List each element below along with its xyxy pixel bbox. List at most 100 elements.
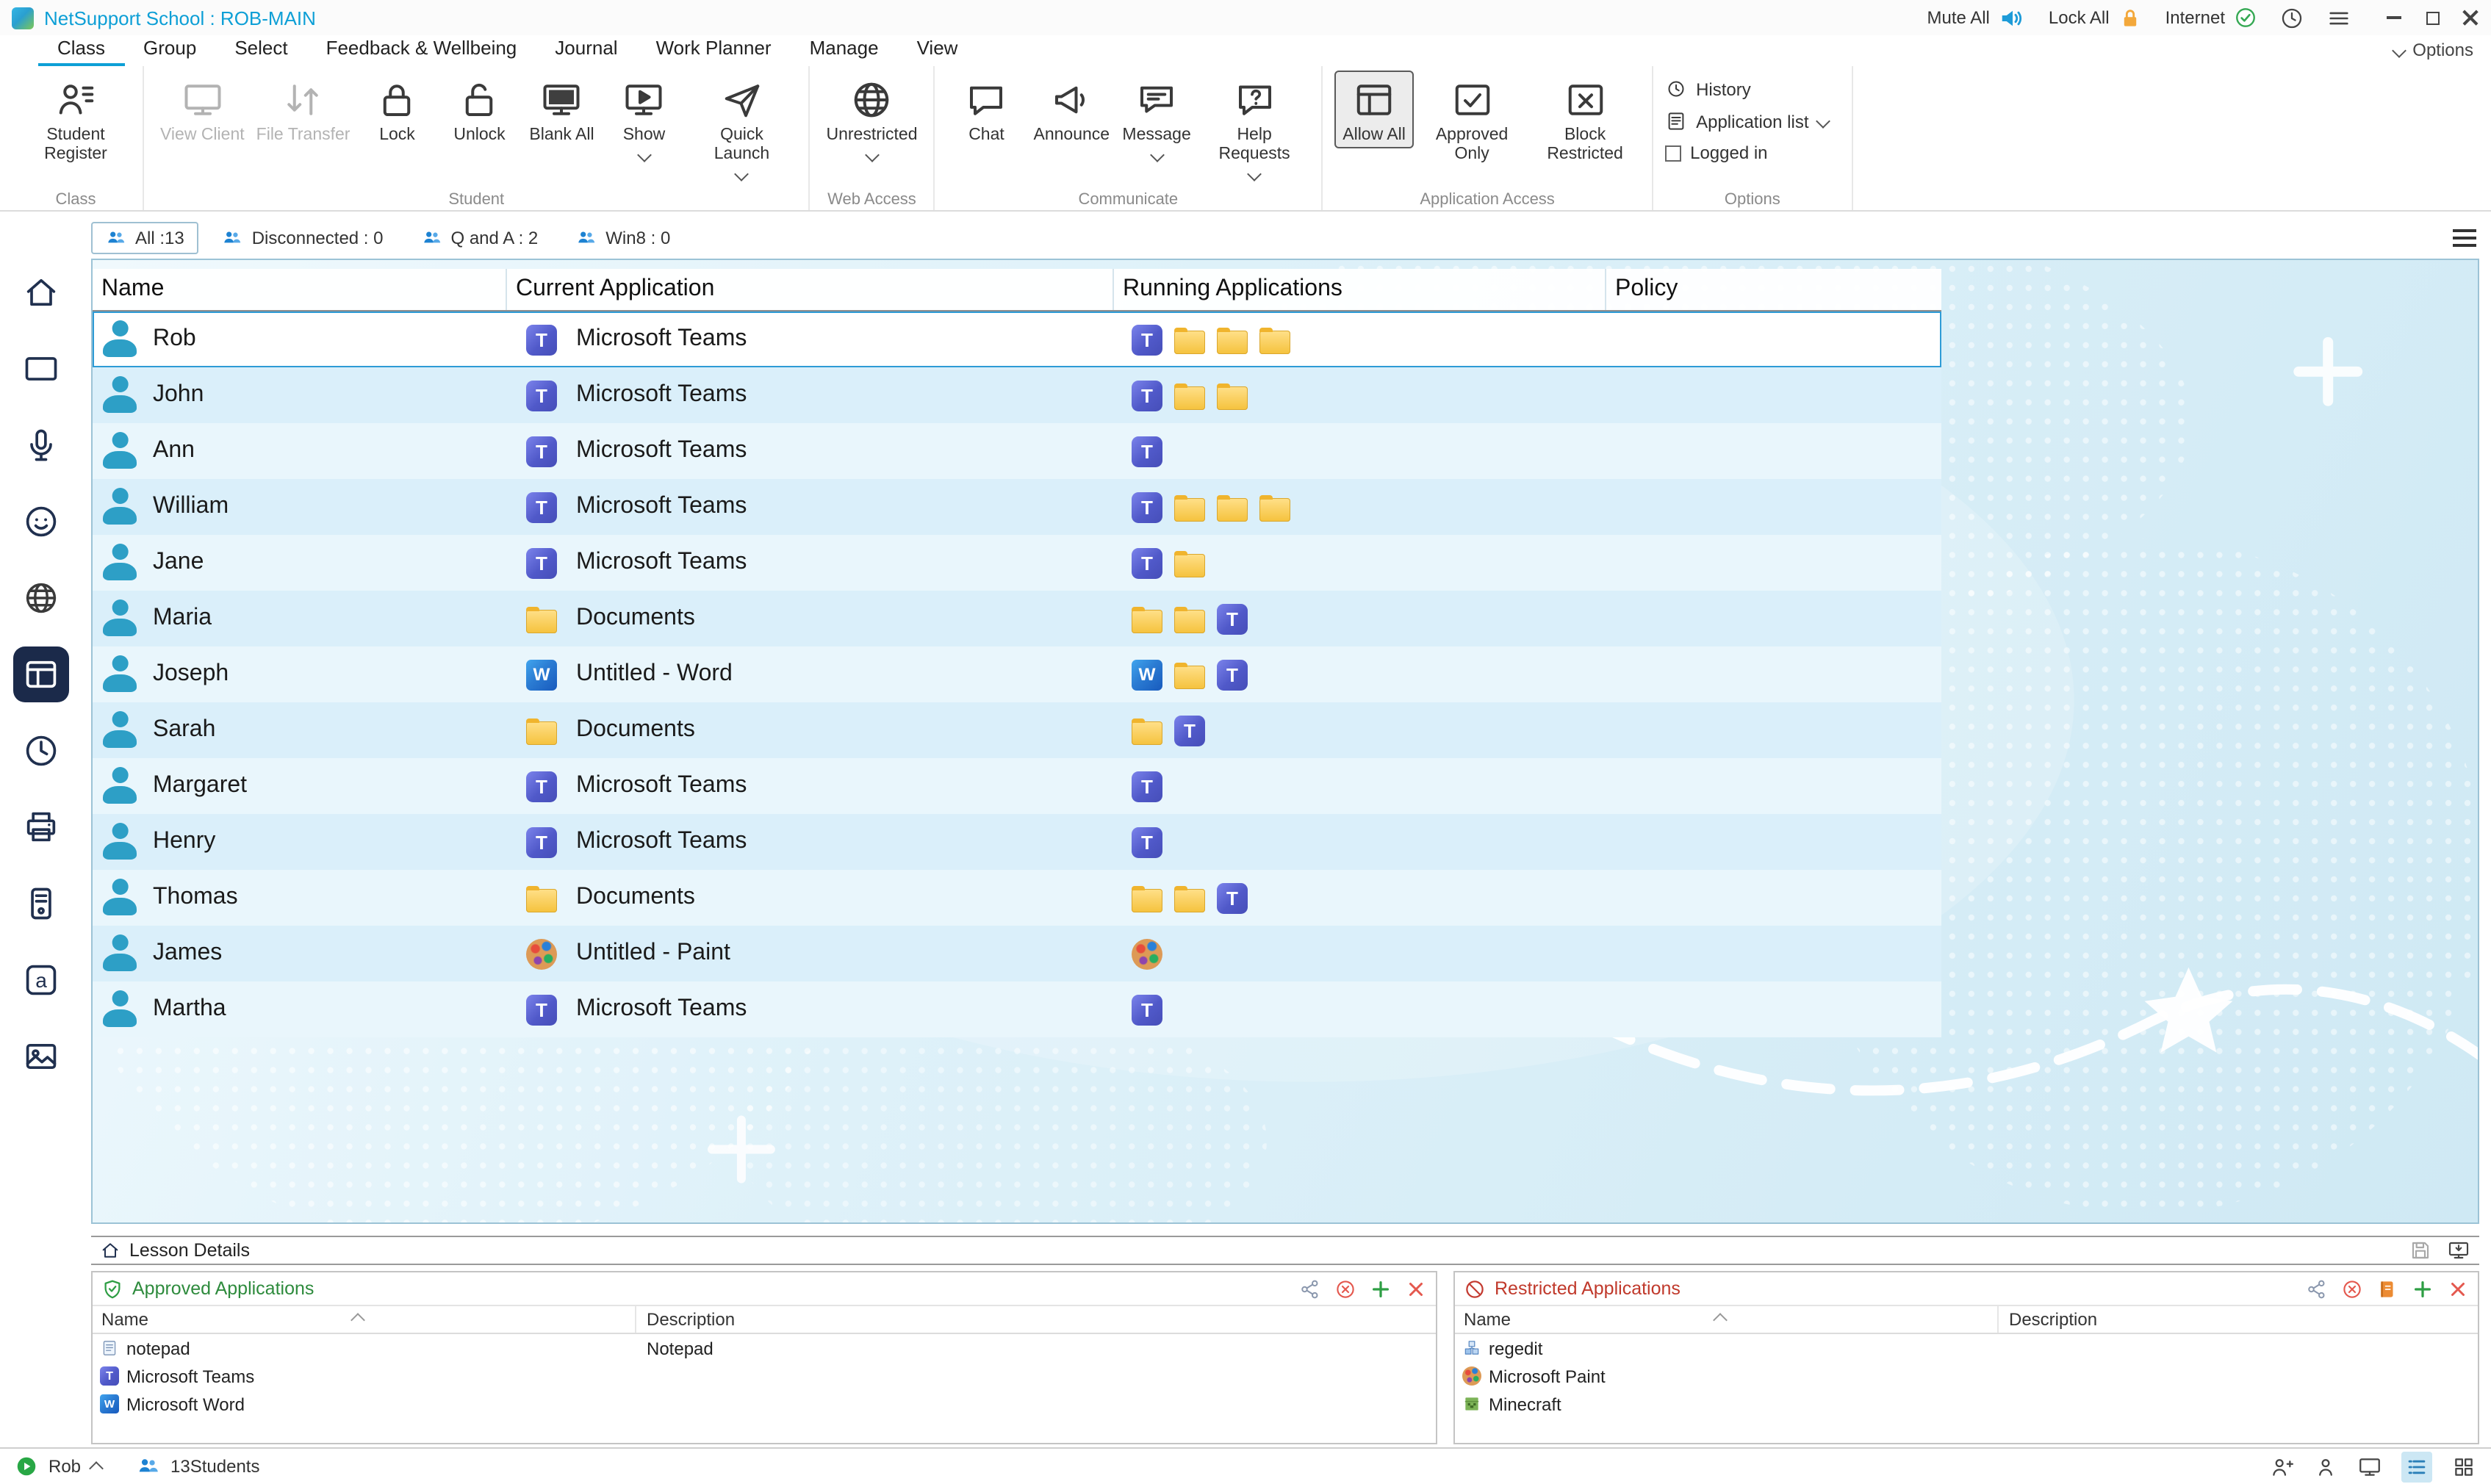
menu-tab-view[interactable]: View bbox=[898, 34, 977, 66]
student-row-james[interactable]: JamesUntitled - Paint bbox=[93, 926, 1941, 981]
student-row-martha[interactable]: MarthaMicrosoft Teams bbox=[93, 981, 1941, 1037]
list-menu-icon[interactable] bbox=[2453, 229, 2476, 247]
add-student-icon[interactable] bbox=[2269, 1454, 2294, 1479]
sidebar-item-globe[interactable] bbox=[9, 560, 73, 636]
minimize-button[interactable] bbox=[2385, 9, 2403, 26]
ribbon-button-block-restricted[interactable]: Block Restricted bbox=[1530, 71, 1640, 168]
view-tab-disconnected-0[interactable]: Disconnected : 0 bbox=[208, 222, 398, 254]
ribbon-button-announce[interactable]: Announce bbox=[1029, 71, 1115, 148]
student-row-ann[interactable]: AnnMicrosoft Teams bbox=[93, 423, 1941, 479]
ribbon-item-history[interactable]: History bbox=[1665, 78, 1751, 100]
menu-tab-group[interactable]: Group bbox=[124, 34, 215, 66]
ribbon-button-unlock[interactable]: Unlock bbox=[440, 71, 520, 148]
options-toggle[interactable]: Options bbox=[2393, 40, 2473, 66]
menu-tab-work-planner[interactable]: Work Planner bbox=[637, 34, 791, 66]
logged-in-checkbox[interactable] bbox=[1665, 145, 1681, 161]
sidebar-item-mic[interactable] bbox=[9, 407, 73, 483]
ribbon-item-application-list[interactable]: Application list bbox=[1665, 110, 1827, 132]
ribbon-button-chat[interactable]: Chat bbox=[947, 71, 1027, 148]
student-icon[interactable] bbox=[2313, 1454, 2338, 1479]
ribbon-button-help-requests[interactable]: Help Requests bbox=[1199, 71, 1309, 182]
sidebar-item-image[interactable] bbox=[9, 1018, 73, 1095]
internet-status[interactable]: Internet bbox=[2165, 6, 2257, 29]
ribbon-button-lock[interactable]: Lock bbox=[358, 71, 437, 148]
add-icon[interactable] bbox=[1370, 1278, 1392, 1300]
sidebar-item-device[interactable] bbox=[9, 865, 73, 942]
student-row-margaret[interactable]: MargaretMicrosoft Teams bbox=[93, 758, 1941, 814]
column-header-description[interactable]: Description bbox=[636, 1306, 735, 1333]
column-header-current-application[interactable]: Current Application bbox=[507, 269, 1114, 310]
remove-circle-icon[interactable] bbox=[2341, 1278, 2363, 1300]
delete-icon[interactable] bbox=[1405, 1278, 1427, 1300]
monitor-view-icon[interactable] bbox=[2357, 1454, 2382, 1479]
approved-app-row-notepad[interactable]: notepadNotepad bbox=[93, 1334, 1436, 1362]
ribbon-button-allow-all[interactable]: Allow All bbox=[1334, 71, 1414, 148]
sidebar-item-astore[interactable]: a bbox=[9, 942, 73, 1018]
connection-status-icon[interactable] bbox=[15, 1455, 38, 1478]
sidebar-item-board[interactable] bbox=[9, 331, 73, 407]
application-list-icon[interactable] bbox=[2376, 1278, 2398, 1300]
lesson-details-bar[interactable]: Lesson Details bbox=[91, 1236, 2479, 1265]
student-row-sarah[interactable]: SarahDocuments bbox=[93, 702, 1941, 758]
ribbon-button-unrestricted[interactable]: Unrestricted bbox=[822, 71, 922, 163]
column-header-name[interactable]: Name bbox=[93, 1306, 636, 1333]
maximize-button[interactable] bbox=[2423, 9, 2441, 26]
menu-tab-class[interactable]: Class bbox=[38, 34, 124, 66]
sidebar-item-apps-window[interactable] bbox=[9, 636, 73, 713]
mute-all-button[interactable]: Mute All bbox=[1927, 4, 2027, 32]
approved-app-row-microsoft-word[interactable]: Microsoft Word bbox=[93, 1390, 1436, 1418]
close-button[interactable] bbox=[2462, 9, 2479, 26]
restricted-app-row-regedit[interactable]: regedit bbox=[1455, 1334, 2478, 1362]
menu-tab-manage[interactable]: Manage bbox=[791, 34, 898, 66]
view-tab-win8-0[interactable]: Win8 : 0 bbox=[561, 222, 685, 254]
send-to-students-icon[interactable] bbox=[2447, 1239, 2470, 1262]
share-icon[interactable] bbox=[1299, 1278, 1321, 1300]
menu-icon[interactable] bbox=[2326, 5, 2351, 30]
student-row-thomas[interactable]: ThomasDocuments bbox=[93, 870, 1941, 926]
column-header-policy[interactable]: Policy bbox=[1606, 269, 1941, 310]
column-header-name[interactable]: Name bbox=[1455, 1306, 1999, 1333]
view-tab-q-and-a-2[interactable]: Q and A : 2 bbox=[407, 222, 553, 254]
column-header-name[interactable]: Name bbox=[93, 269, 507, 310]
save-icon[interactable] bbox=[2409, 1239, 2432, 1262]
sidebar-item-clock[interactable] bbox=[9, 713, 73, 789]
delete-icon[interactable] bbox=[2447, 1278, 2469, 1300]
column-header-running-applications[interactable]: Running Applications bbox=[1114, 269, 1606, 310]
ribbon-button-blank-all[interactable]: Blank All bbox=[522, 71, 602, 148]
ribbon-button-approved-only[interactable]: Approved Only bbox=[1417, 71, 1527, 168]
ribbon-button-show[interactable]: Show bbox=[605, 71, 684, 163]
ribbon-button-student-register[interactable]: Student Register bbox=[21, 71, 131, 168]
menu-tab-select[interactable]: Select bbox=[215, 34, 306, 66]
menu-tab-feedback-wellbeing[interactable]: Feedback & Wellbeing bbox=[307, 34, 536, 66]
student-row-joseph[interactable]: JosephUntitled - Word bbox=[93, 646, 1941, 702]
add-icon[interactable] bbox=[2412, 1278, 2434, 1300]
clock-icon[interactable] bbox=[2279, 5, 2304, 30]
lock-all-button[interactable]: Lock All bbox=[2049, 5, 2143, 30]
teams-icon bbox=[1132, 826, 1162, 857]
approved-app-row-microsoft-teams[interactable]: Microsoft Teams bbox=[93, 1362, 1436, 1390]
student-row-henry[interactable]: HenryMicrosoft Teams bbox=[93, 814, 1941, 870]
student-row-maria[interactable]: MariaDocuments bbox=[93, 591, 1941, 646]
grid-view-icon[interactable] bbox=[2451, 1454, 2476, 1479]
remove-circle-icon[interactable] bbox=[1334, 1278, 1356, 1300]
restricted-app-row-minecraft[interactable]: Minecraft bbox=[1455, 1390, 2478, 1418]
chevron-up-icon[interactable] bbox=[89, 1461, 104, 1476]
student-row-jane[interactable]: JaneMicrosoft Teams bbox=[93, 535, 1941, 591]
view-tab-all-13[interactable]: All :13 bbox=[91, 222, 199, 254]
app-name-cell: Microsoft Paint bbox=[1455, 1366, 1999, 1386]
ribbon-button-quick-launch[interactable]: Quick Launch bbox=[687, 71, 797, 182]
list-view-icon[interactable] bbox=[2401, 1451, 2432, 1482]
student-row-rob[interactable]: RobMicrosoft Teams bbox=[93, 311, 1941, 367]
globe-icon bbox=[22, 579, 60, 617]
restricted-app-row-microsoft-paint[interactable]: Microsoft Paint bbox=[1455, 1362, 2478, 1390]
share-icon[interactable] bbox=[2306, 1278, 2328, 1300]
sidebar-item-printer[interactable] bbox=[9, 789, 73, 865]
column-header-description[interactable]: Description bbox=[1999, 1306, 2097, 1333]
sidebar-item-wellbeing[interactable] bbox=[9, 483, 73, 560]
sidebar-item-home[interactable] bbox=[9, 254, 73, 331]
student-row-william[interactable]: WilliamMicrosoft Teams bbox=[93, 479, 1941, 535]
ribbon-button-message[interactable]: Message bbox=[1117, 71, 1196, 163]
ribbon-item-logged-in[interactable]: Logged in bbox=[1665, 143, 1767, 163]
student-row-john[interactable]: JohnMicrosoft Teams bbox=[93, 367, 1941, 423]
menu-tab-journal[interactable]: Journal bbox=[536, 34, 636, 66]
